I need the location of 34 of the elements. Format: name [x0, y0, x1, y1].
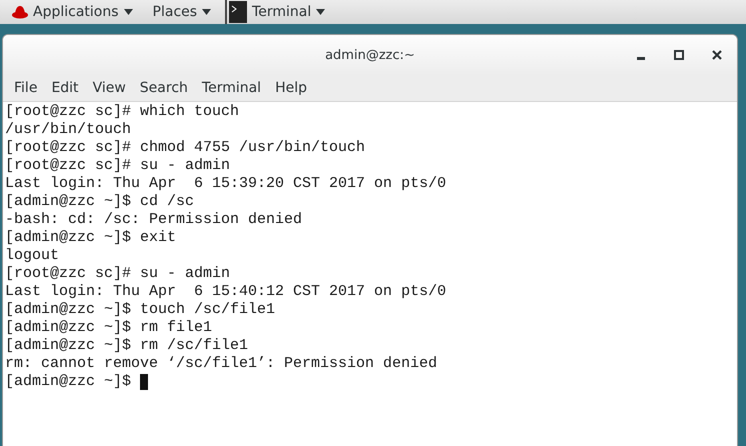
terminal-icon	[229, 1, 248, 23]
terminal-line: rm: cannot remove ‘/sc/file1’: Permission denied	[5, 355, 438, 373]
menu-item[interactable]: Help	[268, 80, 314, 96]
terminal-line: [root@zzc sc]# su - admin	[5, 265, 232, 283]
terminal-line: logout	[5, 247, 60, 265]
menu-item[interactable]: Terminal	[194, 80, 268, 96]
menu-item[interactable]: Edit	[44, 80, 86, 96]
terminal-line: [admin@zzc ~]$ exit	[5, 229, 178, 247]
terminal-line: Last login: Thu Apr 6 15:40:12 CST 2017 on pts/0	[5, 283, 448, 301]
caret-icon	[202, 9, 212, 15]
top-menu[interactable]: Applications	[6, 4, 139, 20]
terminal-line: [admin@zzc ~]$ rm file1	[5, 319, 214, 337]
window-title: admin@zzc:~	[325, 48, 415, 62]
terminal-prompt: [admin@zzc ~]$	[5, 373, 132, 391]
terminal-line: [admin@zzc ~]$ cd /sc	[5, 193, 196, 211]
hat-logo-icon	[12, 5, 28, 19]
caret-icon	[316, 9, 326, 15]
terminal-line: -bash: cd: /sc: Permission denied	[5, 211, 304, 229]
top-menu[interactable]: Places	[146, 4, 218, 20]
terminal-line: [root@zzc sc]# which touch	[5, 103, 240, 121]
close-icon	[712, 50, 722, 60]
terminal-line: [root@zzc sc]# chmod 4755 /usr/bin/touch	[5, 139, 366, 157]
terminal-line: [admin@zzc ~]$ rm /sc/file1	[5, 337, 250, 355]
minimize-icon	[637, 57, 645, 60]
terminal-line: [admin@zzc ~]$ touch /sc/file1	[5, 301, 276, 319]
terminal-line: Last login: Thu Apr 6 15:39:20 CST 2017 on pts/0	[5, 175, 448, 193]
maximize-icon	[674, 50, 684, 60]
menu-item[interactable]: Search	[132, 80, 195, 96]
terminal-line: /usr/bin/touch	[5, 121, 132, 139]
terminal-line: [root@zzc sc]# su - admin	[5, 157, 232, 175]
taskbar-button[interactable]: Terminal	[225, 0, 326, 24]
menu-item[interactable]: File	[7, 80, 44, 96]
menu-item[interactable]: View	[86, 80, 133, 96]
caret-icon	[124, 9, 133, 15]
